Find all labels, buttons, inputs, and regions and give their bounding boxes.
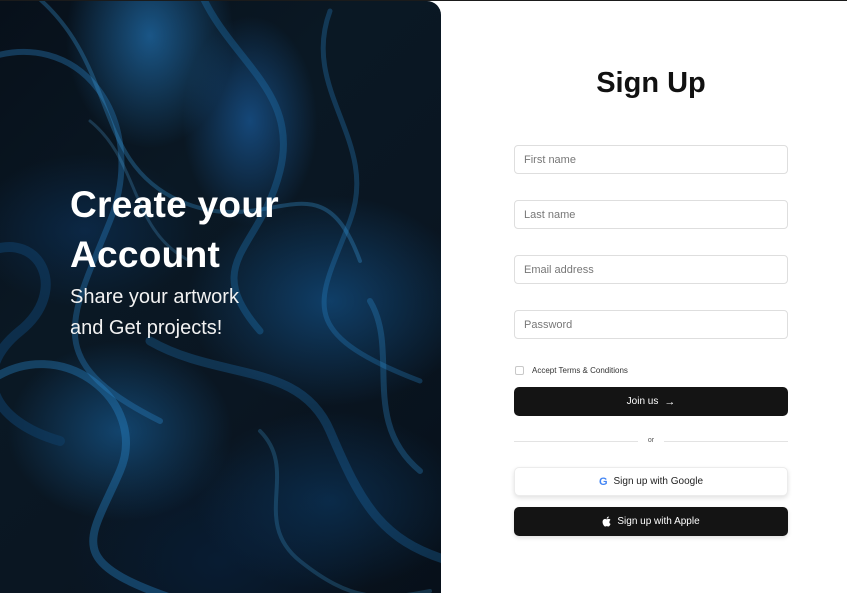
join-us-label: Join us: [626, 396, 659, 407]
email-field[interactable]: [514, 255, 788, 284]
hero-artwork-panel: Create your Account Share your artwork a…: [0, 1, 441, 593]
hero-subtitle-line: Share your artwork: [70, 286, 239, 308]
hero-title: Create your Account: [70, 180, 400, 280]
terms-row: Accept Terms & Conditions: [514, 364, 628, 376]
google-signup-label: Sign up with Google: [613, 476, 704, 487]
hero-subtitle: Share your artwork and Get projects!: [70, 282, 390, 344]
arrow-right-icon: →: [664, 395, 676, 408]
first-name-field[interactable]: [514, 145, 788, 174]
signup-title: Sign Up: [596, 67, 706, 99]
signup-page: Create your Account Share your artwork a…: [0, 0, 847, 593]
join-us-button[interactable]: Join us →: [514, 387, 788, 416]
apple-signup-label: Sign up with Apple: [617, 516, 700, 527]
apple-signup-button[interactable]: Sign up with Apple: [514, 507, 788, 536]
password-field[interactable]: [514, 310, 788, 339]
hero-title-line: Account: [70, 234, 221, 275]
apple-icon: [602, 516, 611, 527]
divider-line: [664, 441, 788, 442]
terms-checkbox[interactable]: [515, 365, 524, 375]
hero-subtitle-line: and Get projects!: [70, 317, 223, 339]
hero-title-line: Create your: [70, 184, 279, 225]
or-divider: or: [514, 435, 788, 447]
terms-label: Accept Terms & Conditions: [532, 365, 628, 375]
last-name-field[interactable]: [514, 200, 788, 229]
google-signup-button[interactable]: G Sign up with Google: [514, 467, 788, 496]
google-icon: G: [598, 475, 608, 488]
